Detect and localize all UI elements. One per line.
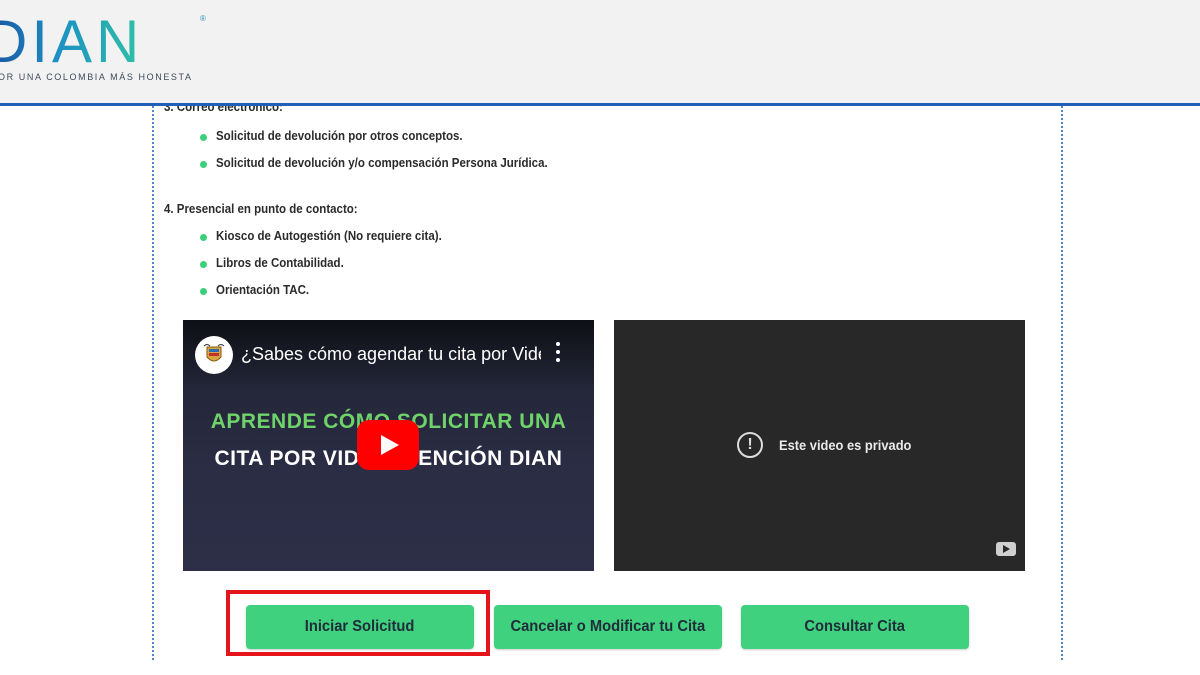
bullet-icon [200, 234, 207, 241]
button-label: Cancelar o Modificar tu Cita [510, 618, 706, 635]
private-video-message: Este video es privado [779, 437, 912, 453]
highlight-box [226, 590, 490, 656]
consult-appointment-button[interactable]: Consultar Cita [741, 605, 969, 649]
registered-mark: ® [200, 14, 206, 23]
list-item-text: Libros de Contabilidad. [216, 256, 344, 270]
video-title[interactable]: ¿Sabes cómo agendar tu cita por Vide... [241, 344, 541, 365]
list-item-text: Orientación TAC. [216, 283, 310, 297]
content-frame: 3. Correo electrónico: Solicitud de devo… [152, 106, 1063, 660]
section-3-title: 3. Correo electrónico: [164, 106, 283, 114]
coat-of-arms-icon [203, 344, 225, 362]
cancel-modify-appointment-button[interactable]: Cancelar o Modificar tu Cita [494, 605, 722, 649]
more-options-icon[interactable] [555, 342, 561, 366]
site-header: DIAN ® OR UNA COLOMBIA MÁS HONESTA [0, 0, 1200, 106]
channel-avatar[interactable] [195, 336, 233, 374]
bullet-icon [200, 161, 207, 168]
list-item-text: Solicitud de devolución por otros concep… [216, 129, 463, 143]
private-video-player[interactable]: ! Este video es privado [614, 320, 1025, 571]
section-4-title: 4. Presencial en punto de contacto: [164, 202, 358, 216]
youtube-video-player[interactable]: APRENDE CÓMO SOLICITAR UNA CITA POR VIDE… [183, 320, 594, 571]
play-button-icon[interactable] [357, 420, 419, 470]
list-item-text: Kiosco de Autogestión (No requiere cita)… [216, 229, 442, 243]
alert-icon: ! [737, 432, 763, 458]
bullet-icon [200, 134, 207, 141]
button-label: Consultar Cita [804, 618, 906, 635]
bullet-icon [200, 288, 207, 295]
youtube-logo-icon[interactable] [996, 542, 1016, 556]
list-item-text: Solicitud de devolución y/o compensación… [216, 156, 548, 170]
dian-logo[interactable]: DIAN [0, 10, 143, 74]
bullet-icon [200, 261, 207, 268]
logo-slogan: OR UNA COLOMBIA MÁS HONESTA [0, 72, 193, 82]
